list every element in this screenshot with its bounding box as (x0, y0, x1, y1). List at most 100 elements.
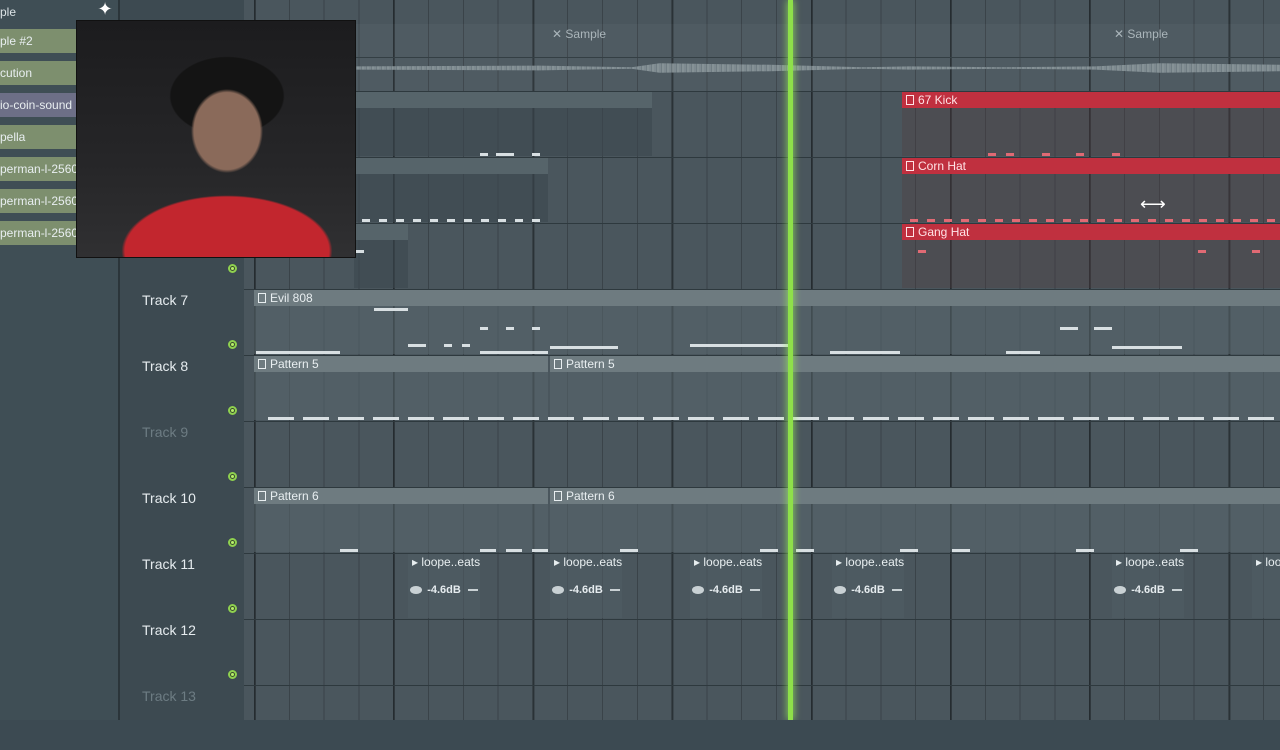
pattern-clip-gang-hat[interactable]: Gang Hat (902, 224, 1280, 288)
clip-header: ▸ loope..eats (1252, 554, 1280, 570)
playlist-grid[interactable]: ✕ Sample ✕ Sample 67 Kick Corn Hat ⟷ Gan… (244, 0, 1280, 720)
clip-header (354, 224, 408, 240)
track-header-13[interactable]: Track 13 (140, 684, 240, 750)
note (1006, 351, 1040, 354)
playlist-lane[interactable] (244, 620, 1280, 686)
note (620, 549, 638, 552)
track-name: Track 8 (142, 358, 189, 374)
clip-volume[interactable]: -4.6dB (552, 583, 620, 597)
audio-clip-label[interactable]: ✕ Sample (552, 27, 606, 41)
audio-clip-label[interactable]: ✕ Sample (1114, 27, 1168, 41)
track-header-8[interactable]: Track 8 (140, 354, 240, 420)
audio-clip-loop[interactable]: ▸ loope..eats (1252, 554, 1280, 618)
audio-clip-loop[interactable]: ▸ loope..eats -4.6dB (690, 554, 762, 618)
browser-item[interactable]: pella (0, 125, 76, 149)
browser-item[interactable]: perman-l-25609 (0, 157, 76, 181)
track-mute-led-icon[interactable] (228, 472, 237, 481)
track-mute-led-icon[interactable] (228, 604, 237, 613)
track-header-10[interactable]: Track 10 (140, 486, 240, 552)
clip-header (354, 92, 652, 108)
audio-clip-loop[interactable]: ▸ loope..eats -4.6dB (550, 554, 622, 618)
pattern-icon (906, 227, 914, 237)
note (462, 344, 470, 347)
clip-header (354, 158, 548, 174)
clip-volume[interactable]: -4.6dB (410, 583, 478, 597)
resize-cursor-icon: ⟷ (1140, 194, 1166, 214)
note (796, 549, 814, 552)
pattern-clip[interactable] (354, 92, 652, 156)
track-header-9[interactable]: Track 9 (140, 420, 240, 486)
pattern-clip[interactable] (354, 224, 408, 288)
note (760, 549, 778, 552)
pattern-clip-pattern-5[interactable]: Pattern 5 (550, 356, 1280, 420)
note (918, 250, 926, 253)
note-row (362, 219, 542, 222)
track-mute-led-icon[interactable] (228, 340, 237, 349)
browser-expand-icon[interactable]: ✦ (94, 0, 116, 18)
note (374, 308, 408, 311)
note (1198, 250, 1206, 253)
pattern-clip-pattern-5[interactable]: Pattern 5 (254, 356, 548, 420)
audio-clip-loop[interactable]: ▸ loope..eats -4.6dB (408, 554, 480, 618)
note (340, 549, 358, 552)
note-row (480, 549, 548, 552)
browser-item[interactable]: perman-l-25609 (0, 189, 76, 213)
note (900, 549, 918, 552)
track-header-12[interactable]: Track 12 (140, 618, 240, 684)
playlist-lane[interactable] (244, 686, 1280, 720)
audio-clip-name: Sample (565, 27, 607, 41)
pattern-clip[interactable] (354, 158, 548, 222)
clip-volume[interactable]: -4.6dB (1114, 583, 1182, 597)
clip-name: Pattern 5 (270, 357, 319, 371)
pattern-clip-kick[interactable]: 67 Kick (902, 92, 1280, 156)
note (480, 351, 548, 354)
clip-name: Pattern 5 (566, 357, 615, 371)
track-mute-led-icon[interactable] (228, 538, 237, 547)
clip-header: ▸ loope..eats (694, 555, 762, 569)
browser-item[interactable]: io-coin-sound (0, 93, 76, 117)
pattern-clip-pattern-6[interactable]: Pattern 6 (254, 488, 548, 552)
clip-volume[interactable]: -4.6dB (834, 583, 902, 597)
pattern-clip-corn-hat[interactable]: Corn Hat (902, 158, 1280, 222)
audio-clip-loop[interactable]: ▸ loope..eats -4.6dB (1112, 554, 1184, 618)
clip-header: Gang Hat (902, 224, 1280, 240)
track-mute-led-icon[interactable] (228, 264, 237, 273)
track-name: Track 7 (142, 292, 189, 308)
pattern-icon (554, 491, 562, 501)
clip-header: Pattern 6 (254, 488, 548, 504)
clip-name: 67 Kick (918, 93, 958, 107)
note (444, 344, 452, 347)
note-row (910, 219, 1280, 222)
note (480, 153, 488, 156)
note (1252, 250, 1260, 253)
note (1180, 549, 1198, 552)
clip-name: Pattern 6 (566, 489, 615, 503)
note (1112, 346, 1182, 349)
browser-item[interactable]: cution (0, 61, 76, 85)
clip-name: loope..eats (1265, 555, 1280, 569)
clip-header: ▸ loope..eats (836, 555, 904, 569)
audio-clip-loop[interactable]: ▸ loope..eats -4.6dB (832, 554, 904, 618)
note (1060, 327, 1078, 330)
clip-name: loope..eats (1125, 555, 1184, 569)
track-mute-led-icon[interactable] (228, 406, 237, 415)
note (356, 250, 364, 253)
note (480, 327, 488, 330)
browser-item[interactable]: ple (0, 0, 76, 24)
track-header-7[interactable]: Track 7 (140, 288, 240, 354)
clip-name: loope..eats (703, 555, 762, 569)
note (988, 153, 996, 156)
track-header-11[interactable]: Track 11 (140, 552, 240, 618)
pattern-clip-pattern-6[interactable]: Pattern 6 (550, 488, 1280, 552)
clip-header: ▸ loope..eats (554, 555, 622, 569)
note (506, 327, 514, 330)
track-name: Track 9 (142, 424, 189, 440)
playlist-lane[interactable] (244, 422, 1280, 488)
note (952, 549, 970, 552)
clip-volume[interactable]: -4.6dB (692, 583, 760, 597)
track-mute-led-icon[interactable] (228, 670, 237, 679)
playhead[interactable] (788, 0, 793, 720)
browser-item[interactable]: perman-l-25609 (0, 221, 76, 245)
track-name: Track 10 (142, 490, 196, 506)
browser-item[interactable]: ple #2 (0, 29, 76, 53)
